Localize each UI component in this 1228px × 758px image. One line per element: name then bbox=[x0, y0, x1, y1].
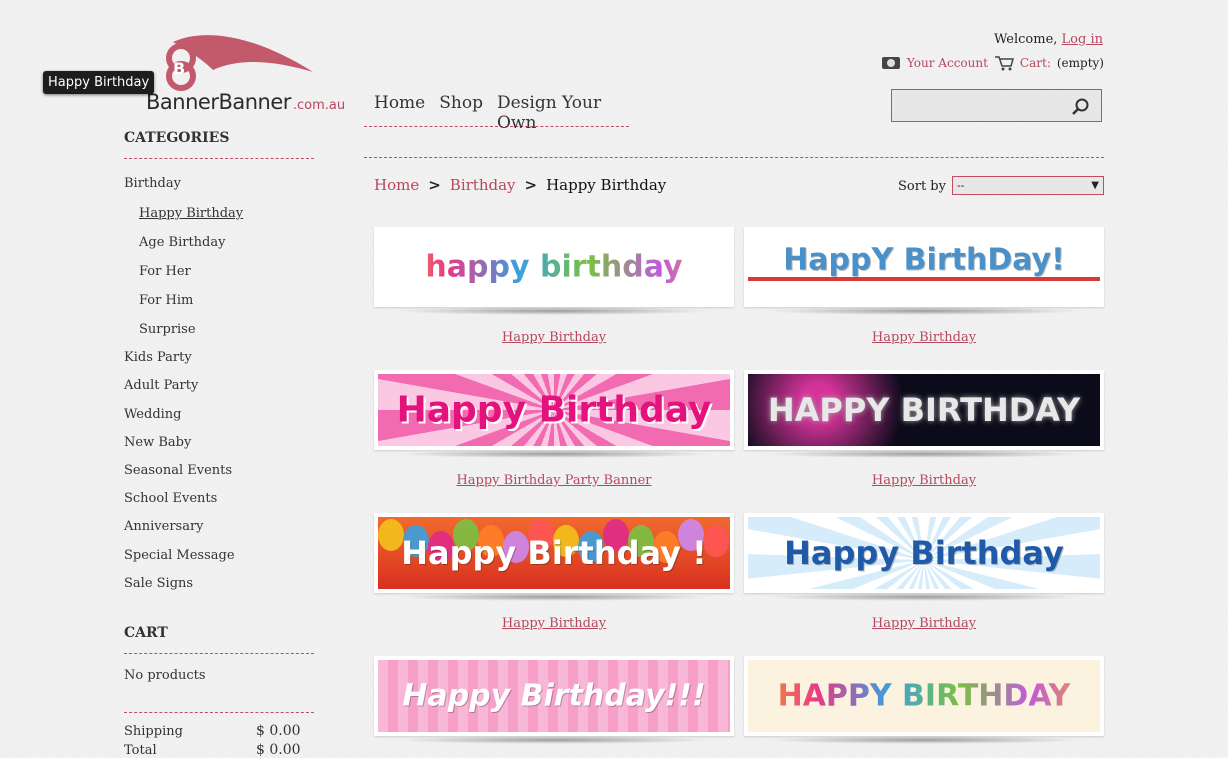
banner-text: Happy Birthday!!! bbox=[402, 678, 706, 714]
shipping-value: $ 0.00 bbox=[256, 723, 301, 739]
image-shadow bbox=[764, 593, 1084, 601]
account-bar: Your Account Cart: (empty) bbox=[881, 55, 1104, 71]
your-account-link[interactable]: Your Account bbox=[907, 56, 988, 70]
top-nav: Home Shop Design Your Own bbox=[364, 93, 629, 133]
total-value: $ 0.00 bbox=[256, 742, 301, 758]
breadcrumb-birthday[interactable]: Birthday bbox=[450, 176, 516, 194]
product-image[interactable]: Happy Birthday bbox=[374, 370, 734, 450]
sidebar-item-anniversary[interactable]: Anniversary bbox=[124, 519, 204, 534]
logo-name: BannerBanner bbox=[146, 90, 291, 114]
cart-empty-text: No products bbox=[124, 668, 206, 683]
account-icon bbox=[881, 55, 901, 71]
sidebar-item-adult-party[interactable]: Adult Party bbox=[124, 378, 198, 393]
tooltip: Happy Birthday bbox=[43, 71, 155, 94]
product-title-link[interactable]: Happy Birthday bbox=[744, 330, 1104, 345]
sidebar-item-for-her[interactable]: For Her bbox=[139, 264, 191, 279]
divider bbox=[124, 712, 314, 713]
product-image[interactable]: HAPPY BIRTHDAY bbox=[744, 370, 1104, 450]
search-icon[interactable] bbox=[1071, 97, 1091, 117]
image-shadow bbox=[394, 450, 714, 458]
ribbon-icon bbox=[748, 277, 1100, 281]
logo-domain: .com.au bbox=[292, 98, 346, 113]
sidebar-item-happy-birthday[interactable]: Happy Birthday bbox=[139, 206, 243, 221]
image-shadow bbox=[764, 450, 1084, 458]
sidebar-item-sale-signs[interactable]: Sale Signs bbox=[124, 576, 193, 591]
logo-text: BannerBanner .com.au bbox=[146, 90, 345, 114]
banner-image: Happy Birthday ! bbox=[378, 517, 730, 589]
breadcrumb-current: Happy Birthday bbox=[546, 176, 667, 194]
sidebar-item-special-message[interactable]: Special Message bbox=[124, 548, 235, 563]
cart-status: (empty) bbox=[1056, 56, 1104, 70]
divider bbox=[364, 157, 1104, 158]
sidebar-item-kids-party[interactable]: Kids Party bbox=[124, 350, 192, 365]
product-title-link[interactable]: Happy Birthday bbox=[374, 616, 734, 631]
banner-image: HappY BirthDay! bbox=[748, 231, 1100, 303]
image-shadow bbox=[394, 736, 714, 744]
banner-image: HAPPY BIRTHDAY bbox=[748, 660, 1100, 732]
banner-text: happy birthday bbox=[378, 250, 730, 285]
breadcrumb-separator: > bbox=[524, 176, 538, 194]
breadcrumb-home[interactable]: Home bbox=[374, 176, 419, 194]
product-title-link[interactable]: Happy Birthday Party Banner bbox=[374, 473, 734, 488]
banner-text: Happy Birthday ! bbox=[401, 534, 707, 572]
nav-design-your-own[interactable]: Design Your Own bbox=[497, 93, 629, 133]
sidebar-item-new-baby[interactable]: New Baby bbox=[124, 435, 191, 450]
sidebar-item-age-birthday[interactable]: Age Birthday bbox=[139, 235, 225, 250]
sort-label: Sort by bbox=[898, 179, 946, 194]
total-label: Total bbox=[124, 743, 157, 758]
site-logo[interactable]: B BannerBanner .com.au bbox=[143, 30, 345, 114]
welcome-line: Welcome, Log in bbox=[994, 32, 1103, 47]
product-image[interactable]: Happy Birthday ! bbox=[374, 513, 734, 593]
image-shadow bbox=[394, 593, 714, 601]
banner-image: happy birthday bbox=[378, 231, 730, 303]
product-title-link[interactable]: Happy Birthday bbox=[744, 616, 1104, 631]
search-box bbox=[891, 89, 1102, 122]
product-image[interactable]: HAPPY BIRTHDAY bbox=[744, 656, 1104, 736]
sidebar-item-seasonal-events[interactable]: Seasonal Events bbox=[124, 463, 232, 478]
cart-icon bbox=[994, 55, 1014, 71]
sidebar-item-surprise[interactable]: Surprise bbox=[139, 322, 196, 337]
nav-home[interactable]: Home bbox=[374, 93, 425, 126]
banner-text: Happy Birthday bbox=[396, 389, 712, 431]
sidebar-item-for-him[interactable]: For Him bbox=[139, 293, 193, 308]
sidebar-item-wedding[interactable]: Wedding bbox=[124, 407, 182, 422]
divider bbox=[124, 158, 314, 159]
shipping-label: Shipping bbox=[124, 724, 183, 739]
cart-title: CART bbox=[124, 625, 168, 641]
banner-image: Happy Birthday bbox=[748, 517, 1100, 589]
product-image[interactable]: Happy Birthday!!! bbox=[374, 656, 734, 736]
breadcrumb-separator: > bbox=[428, 176, 441, 194]
product-title-link[interactable]: Happy Birthday bbox=[744, 473, 1104, 488]
banner-text: HAPPY BIRTHDAY bbox=[767, 391, 1081, 429]
banner-image: Happy Birthday bbox=[378, 374, 730, 446]
image-shadow bbox=[394, 307, 714, 315]
sidebar-item-school-events[interactable]: School Events bbox=[124, 491, 217, 506]
categories-title: CATEGORIES bbox=[124, 130, 230, 146]
logo-icon: B bbox=[166, 35, 313, 91]
svg-text:B: B bbox=[173, 59, 185, 78]
breadcrumb: Home > Birthday > Happy Birthday bbox=[374, 176, 666, 194]
banner-image: HAPPY BIRTHDAY bbox=[748, 374, 1100, 446]
product-title-link[interactable]: Happy Birthday bbox=[374, 330, 734, 345]
banner-image: Happy Birthday!!! bbox=[378, 660, 730, 732]
banner-text: Happy Birthday bbox=[784, 534, 1064, 572]
product-image[interactable]: Happy Birthday bbox=[744, 513, 1104, 593]
login-link[interactable]: Log in bbox=[1062, 32, 1103, 47]
image-shadow bbox=[764, 307, 1084, 315]
divider bbox=[124, 653, 314, 654]
search-input[interactable] bbox=[892, 90, 1066, 122]
image-shadow bbox=[764, 736, 1084, 744]
cart-link[interactable]: Cart: bbox=[1020, 56, 1051, 70]
product-image[interactable]: HappY BirthDay! bbox=[744, 227, 1104, 307]
welcome-text: Welcome, bbox=[993, 32, 1058, 47]
banner-text: HAPPY BIRTHDAY bbox=[748, 679, 1100, 714]
chevron-down-icon: ▼ bbox=[1091, 180, 1099, 191]
product-image[interactable]: happy birthday bbox=[374, 227, 734, 307]
banner-text: HappY BirthDay! bbox=[783, 242, 1065, 278]
sort-select[interactable]: -- ▼ bbox=[952, 176, 1104, 195]
sort-selected-value: -- bbox=[957, 179, 965, 192]
nav-shop[interactable]: Shop bbox=[439, 93, 483, 126]
sidebar-item-birthday[interactable]: Birthday bbox=[124, 176, 181, 191]
